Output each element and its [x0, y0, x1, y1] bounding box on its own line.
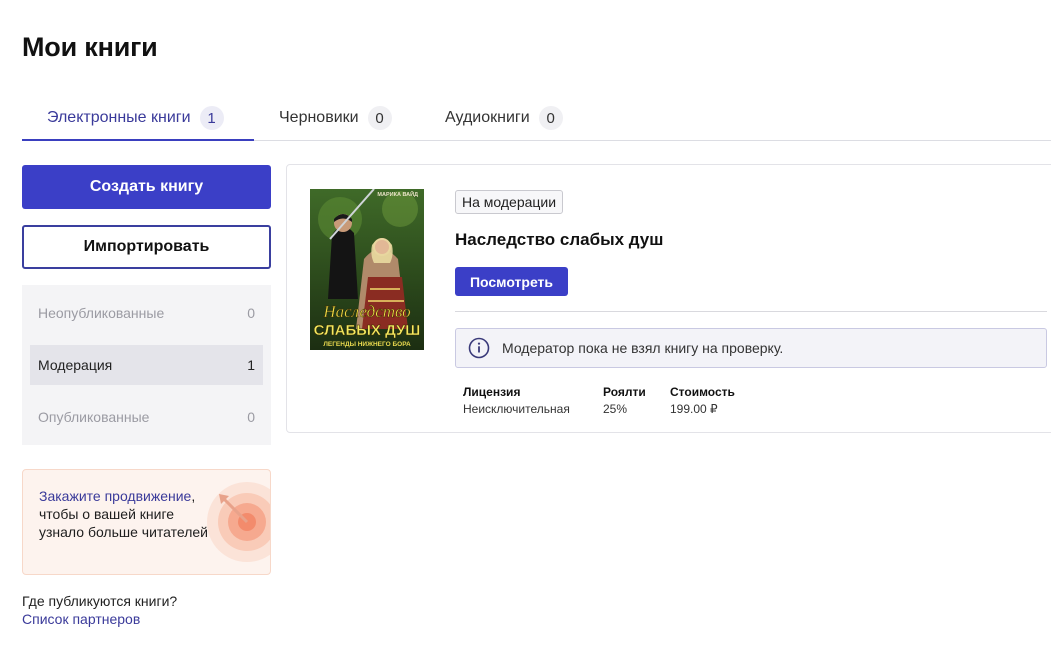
filter-published-label: Опубликованные	[38, 409, 150, 425]
import-button[interactable]: Импортировать	[22, 225, 271, 269]
tab-drafts[interactable]: Черновики 0	[279, 96, 392, 140]
filter-moderation-count: 1	[247, 357, 255, 373]
tab-drafts-label: Черновики	[279, 109, 359, 126]
tab-drafts-count: 0	[367, 106, 392, 130]
meta-royalty-label: Роялти	[603, 385, 646, 399]
book-cover[interactable]: МАРИКА ВАЙД Наследство СЛАБЫХ ДУШ ЛЕГЕНД…	[310, 189, 424, 350]
filter-unpublished[interactable]: Неопубликованные 0	[30, 293, 263, 333]
create-book-button[interactable]: Создать книгу	[22, 165, 271, 209]
filter-published[interactable]: Опубликованные 0	[30, 397, 263, 437]
cover-title-line1: Наследство	[322, 302, 410, 321]
tab-audiobooks-label: Аудиокниги	[445, 109, 530, 126]
meta-royalty-value: 25%	[603, 402, 628, 416]
tab-bar: Электронные книги 1 Черновики 0 Аудиокни…	[22, 96, 1051, 141]
status-badge: На модерации	[455, 190, 564, 214]
promotion-banner: Закажите продвижение, чтобы о вашей книг…	[22, 469, 271, 575]
filter-moderation-label: Модерация	[38, 357, 113, 373]
active-tab-indicator	[22, 139, 254, 141]
meta-price-value: 199.00 ₽	[670, 402, 718, 416]
filter-unpublished-label: Неопубликованные	[38, 305, 165, 321]
cover-author: МАРИКА ВАЙД	[377, 190, 418, 198]
cover-title-line2: СЛАБЫХ ДУШ	[314, 322, 421, 339]
book-card: МАРИКА ВАЙД Наследство СЛАБЫХ ДУШ ЛЕГЕНД…	[286, 164, 1051, 433]
info-icon	[468, 337, 490, 359]
status-filter-panel: Неопубликованные 0 Модерация 1 Опубликов…	[22, 285, 271, 445]
tab-ebooks-count: 1	[199, 106, 224, 130]
filter-unpublished-count: 0	[247, 305, 255, 321]
book-cover-illustration: МАРИКА ВАЙД Наследство СЛАБЫХ ДУШ ЛЕГЕНД…	[310, 189, 424, 350]
moderation-info-box: Модератор пока не взял книгу на проверку…	[455, 328, 1047, 368]
promotion-link[interactable]: Закажите продвижение	[39, 488, 191, 504]
divider	[455, 311, 1047, 312]
book-title[interactable]: Наследство слабых душ	[455, 230, 663, 250]
tab-audiobooks-count: 0	[538, 106, 563, 130]
meta-license-label: Лицензия	[463, 385, 521, 399]
page-title: Мои книги	[22, 32, 158, 62]
filter-moderation[interactable]: Модерация 1	[30, 345, 263, 385]
tab-ebooks[interactable]: Электронные книги 1	[47, 96, 224, 140]
tab-ebooks-label: Электронные книги	[47, 109, 191, 126]
cover-series: ЛЕГЕНДЫ НИЖНЕГО БОРА	[323, 341, 411, 348]
meta-price: Стоимость 199.00 ₽	[670, 385, 735, 416]
target-icon	[207, 482, 270, 562]
partners-list-link[interactable]: Список партнеров	[22, 611, 140, 627]
help-question: Где публикуются книги?	[22, 593, 178, 609]
meta-royalty: Роялти 25%	[603, 385, 646, 416]
promotion-text: Закажите продвижение, чтобы о вашей книг…	[39, 487, 214, 541]
view-button[interactable]: Посмотреть	[455, 267, 568, 296]
moderation-info-text: Модератор пока не взял книгу на проверку…	[502, 340, 784, 356]
filter-published-count: 0	[247, 409, 255, 425]
meta-license-value: Неисключительная	[463, 402, 570, 416]
meta-license: Лицензия Неисключительная	[463, 385, 570, 416]
tab-audiobooks[interactable]: Аудиокниги 0	[445, 96, 563, 140]
meta-price-label: Стоимость	[670, 385, 735, 399]
